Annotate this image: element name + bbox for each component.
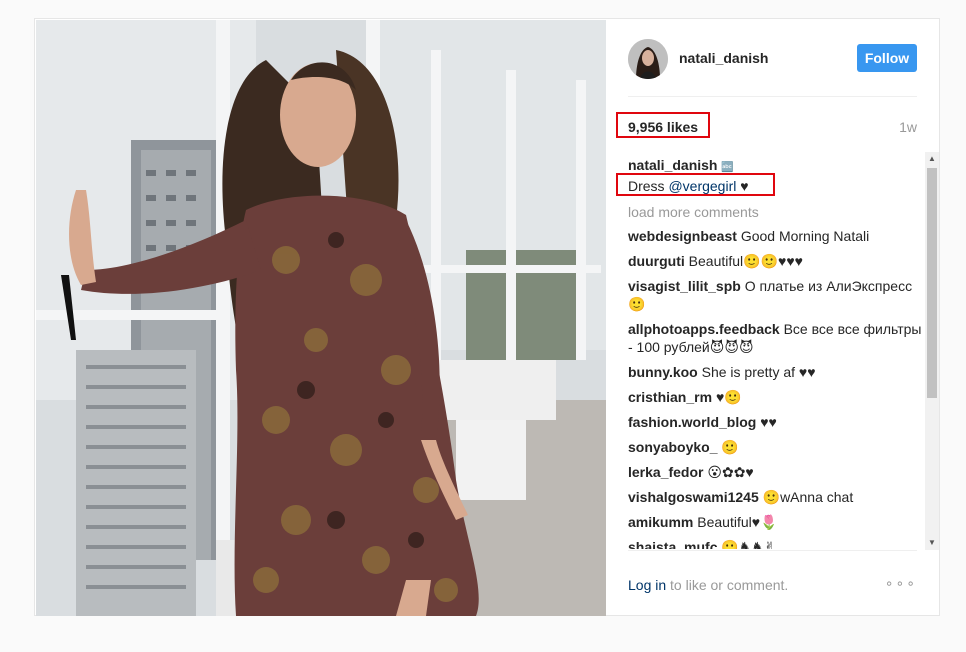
comment-text: 🙂wAnna chat xyxy=(762,489,854,505)
comment-text: Good Morning Natali xyxy=(740,228,870,244)
comment-text: 🙂 xyxy=(721,439,739,455)
scrollbar-thumb[interactable] xyxy=(927,168,937,398)
comment-item: lerka_fedor 😮✿✿♥ xyxy=(628,463,927,481)
comment-text: Beautiful🙂🙂♥♥♥ xyxy=(688,253,803,269)
badge-icon: 🔤 xyxy=(721,162,734,173)
comment-text: ♥♥ xyxy=(760,414,777,430)
comment-username[interactable]: duurguti xyxy=(628,253,685,269)
post-card: natali_danish Follow 9,956 likes 1w nata… xyxy=(34,18,940,616)
post-sidebar: natali_danish Follow 9,956 likes 1w nata… xyxy=(606,19,941,617)
comment-username[interactable]: shaista_mufc xyxy=(628,539,717,549)
photo-illustration xyxy=(36,20,606,616)
load-more-comments[interactable]: load more comments xyxy=(628,204,927,220)
comment-item: cristhian_rm ♥🙂 xyxy=(628,388,927,406)
comments-list[interactable]: natali_danish 🔤 Dress @vergegirl ♥ load … xyxy=(628,153,927,549)
comment-item: amikumm Beautiful♥🌷 xyxy=(628,513,927,531)
header-divider xyxy=(628,96,917,97)
caption-text: Dress @vergegirl ♥ xyxy=(628,177,927,195)
post-timestamp[interactable]: 1w xyxy=(899,119,917,135)
comment-username[interactable]: visagist_lilit_spb xyxy=(628,278,741,294)
post-header: natali_danish Follow xyxy=(628,39,917,81)
comment-username[interactable]: cristhian_rm xyxy=(628,389,712,405)
avatar[interactable] xyxy=(628,39,668,79)
caption-suffix: ♥ xyxy=(736,178,749,194)
comment-item: visagist_lilit_spb О платье из АлиЭкспре… xyxy=(628,277,927,313)
comment-item: allphotoapps.feedback Все все все фильтр… xyxy=(628,320,927,356)
more-options-icon[interactable]: ∘∘∘ xyxy=(885,575,917,592)
post-photo[interactable] xyxy=(36,20,606,616)
caption-username[interactable]: natali_danish xyxy=(628,157,717,173)
caption: natali_danish 🔤 xyxy=(628,156,927,177)
comment-item: vishalgoswami1245 🙂wAnna chat xyxy=(628,488,927,506)
comment-username[interactable]: amikumm xyxy=(628,514,693,530)
login-link[interactable]: Log in xyxy=(628,577,666,593)
footer-divider xyxy=(628,550,917,551)
comment-text: Beautiful♥🌷 xyxy=(697,514,778,530)
comment-text: She is pretty af ♥♥ xyxy=(701,364,816,380)
comment-username[interactable]: sonyaboyko_ xyxy=(628,439,717,455)
scroll-down-arrow-icon[interactable]: ▼ xyxy=(925,536,939,550)
comment-username[interactable]: fashion.world_blog xyxy=(628,414,756,430)
follow-button[interactable]: Follow xyxy=(857,44,917,72)
comment-text: 😮✿✿♥ xyxy=(707,464,754,480)
comment-item: fashion.world_blog ♥♥ xyxy=(628,413,927,431)
comment-username[interactable]: webdesignbeast xyxy=(628,228,737,244)
avatar-image xyxy=(628,39,668,79)
comment-item: webdesignbeast Good Morning Natali xyxy=(628,227,927,245)
comment-text: 🙂♞♞✌ xyxy=(721,539,776,549)
login-prompt-text: to like or comment. xyxy=(666,577,789,593)
comment-username[interactable]: vishalgoswami1245 xyxy=(628,489,759,505)
username-link[interactable]: natali_danish xyxy=(679,50,768,66)
comments-scrollbar[interactable]: ▲ ▼ xyxy=(925,152,939,550)
comment-item: shaista_mufc 🙂♞♞✌ xyxy=(628,538,927,549)
comment-item: sonyaboyko_ 🙂 xyxy=(628,438,927,456)
mention-link[interactable]: @vergegirl xyxy=(668,178,736,194)
caption-prefix: Dress xyxy=(628,178,669,194)
login-prompt: Log in to like or comment. xyxy=(628,577,788,593)
likes-count[interactable]: 9,956 likes xyxy=(628,119,698,135)
comment-text: ♥🙂 xyxy=(715,389,742,405)
comment-username[interactable]: bunny.koo xyxy=(628,364,698,380)
scroll-up-arrow-icon[interactable]: ▲ xyxy=(925,152,939,166)
comment-username[interactable]: allphotoapps.feedback xyxy=(628,321,780,337)
comment-item: bunny.koo She is pretty af ♥♥ xyxy=(628,363,927,381)
comment-username[interactable]: lerka_fedor xyxy=(628,464,703,480)
comment-item: duurguti Beautiful🙂🙂♥♥♥ xyxy=(628,252,927,270)
